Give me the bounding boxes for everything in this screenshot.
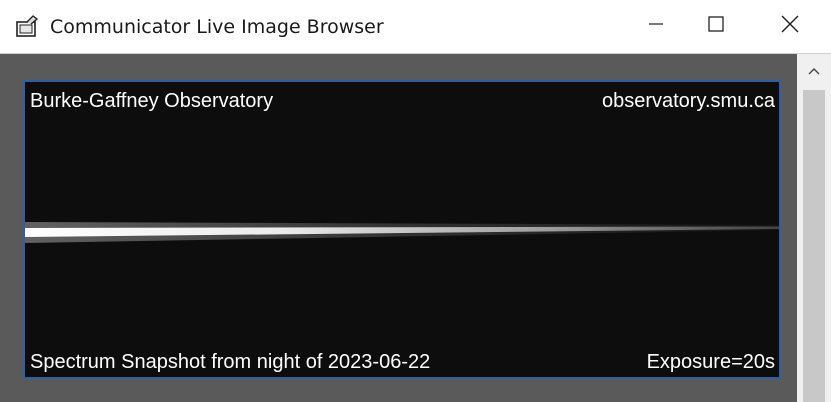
chevron-up-icon — [808, 62, 820, 80]
observatory-url: observatory.smu.ca — [601, 90, 775, 112]
minimize-icon — [649, 17, 663, 36]
exposure-label: Exposure=20s — [646, 351, 775, 373]
spectrum-trace — [25, 222, 779, 243]
close-icon — [781, 15, 799, 38]
title-bar: Communicator Live Image Browser — [0, 0, 831, 54]
window-title: Communicator Live Image Browser — [50, 16, 384, 38]
scroll-up-button[interactable] — [797, 54, 831, 88]
maximize-icon — [708, 16, 724, 37]
maximize-button[interactable] — [686, 0, 746, 53]
snapshot-caption: Spectrum Snapshot from night of 2023-06-… — [30, 351, 431, 373]
communicator-app-icon — [14, 13, 40, 39]
observatory-name: Burke-Gaffney Observatory — [30, 90, 274, 112]
spectrum-image: Burke-Gaffney Observatory observatory.sm… — [23, 80, 781, 379]
scroll-thumb[interactable] — [803, 90, 825, 402]
minimize-button[interactable] — [626, 0, 686, 53]
vertical-scrollbar[interactable] — [797, 54, 831, 402]
close-button[interactable] — [760, 0, 820, 53]
